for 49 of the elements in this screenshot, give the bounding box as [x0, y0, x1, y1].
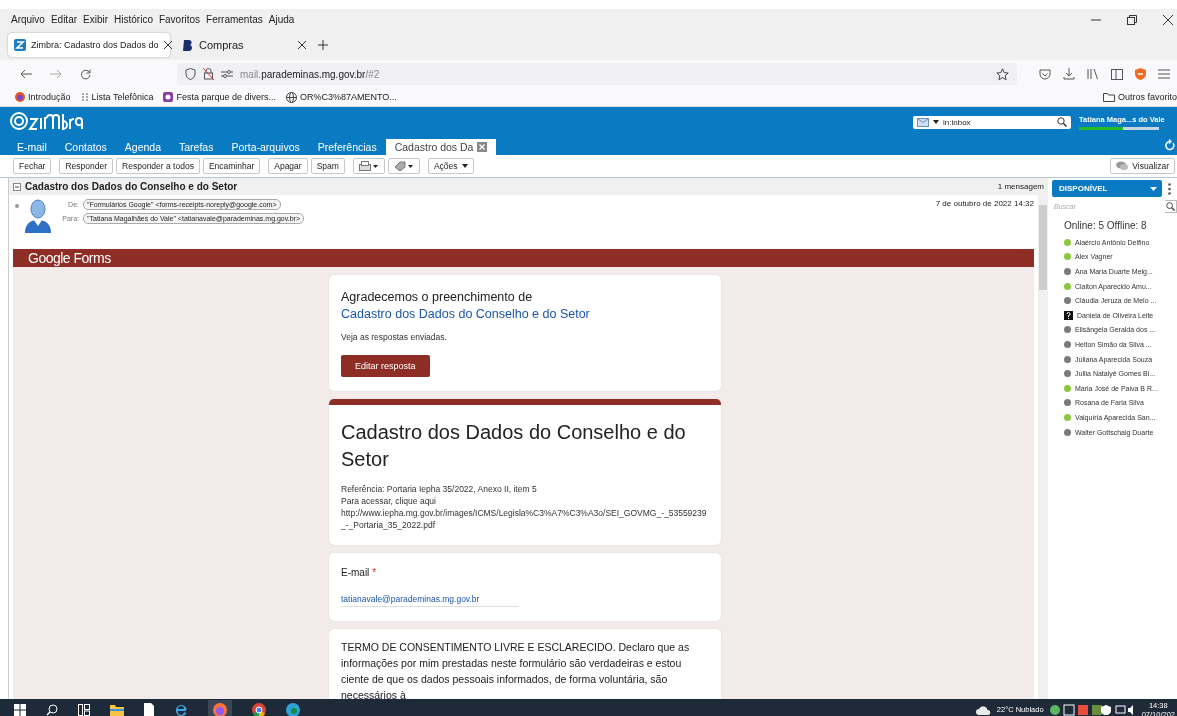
message-date: 7 de outubro de 2022 14:32: [935, 199, 1034, 208]
app-tab[interactable]: Porta-arquivos: [222, 139, 309, 155]
browser-tab[interactable]: Zimbra: Cadastro dos Dados do: [8, 33, 170, 57]
menu-item[interactable]: Exibir: [83, 14, 109, 25]
app-tab[interactable]: Contatos: [55, 139, 116, 155]
menu-item[interactable]: Arquivo: [11, 14, 45, 25]
subject-title: Cadastro dos Dados do Conselho e do Setor: [25, 181, 238, 192]
reference-text: Referência: Portaria Iepha 35/2022, Anexo II, item 5: [341, 483, 538, 495]
app-tab[interactable]: E-mail: [8, 139, 56, 155]
search-field[interactable]: in:inbox: [913, 115, 1071, 129]
message-count: 1 mensagem: [997, 182, 1044, 191]
app-tab[interactable]: Tarefas: [170, 139, 223, 155]
question-label: E-mail *: [341, 567, 378, 578]
answer-field: tatianavale@parademinas.mg.gov.br: [341, 592, 520, 607]
toolbar-button[interactable]: Encaminhar: [202, 158, 261, 174]
toolbar-button[interactable]: Fechar: [13, 158, 52, 174]
menu-item[interactable]: Favoritos: [158, 14, 201, 25]
bookmark-item[interactable]: Lista Telefônica: [80, 92, 154, 102]
url-text[interactable]: mail.parademinas.mg.gov.br/#2: [240, 68, 380, 80]
toolbar-button[interactable]: Responder a todos: [116, 158, 200, 174]
view-button[interactable]: Visualizar: [1110, 158, 1175, 174]
toolbar-button[interactable]: Responder: [59, 158, 114, 174]
browser-tab[interactable]: Compras: [176, 33, 312, 57]
edit-response-button[interactable]: Editar resposta: [341, 355, 430, 377]
form-link[interactable]: Cadastro dos Dados do Conselho e do Setor: [341, 307, 590, 321]
bookmark-item[interactable]: Festa parque de divers...: [163, 92, 276, 102]
brand-name: Google Forms: [28, 250, 111, 266]
document-link[interactable]: http://www.iepha.mg.gov.br/images/ICMS/Legisla%C3%A7%C3%A3o/SEI_GOVMG_-_53559239_-_Portaria_35_2022.pdf: [341, 507, 709, 531]
consent-text: TERMO DE CONSENTIMENTO LIVRE E ESCLARECIDO. Declaro que as informações por mim prestadas neste formulário são verdadeiras e estou ciente de que os dados pessoais informados, de forma voluntária, são necessários à: [341, 640, 691, 699]
thanks-text: Agradecemos o preenchimento de Cadastro dos Dados do Conselho e do Setor: [341, 289, 591, 323]
form-title: Cadastro dos Dados do Conselho e do Setor: [341, 420, 687, 472]
bookmark-folder[interactable]: Outros favorito: [1102, 92, 1177, 102]
toolbar-button[interactable]: Spam: [310, 158, 345, 174]
presence-summary: Online: 5 Offline: 8: [1064, 220, 1148, 231]
toolbar-button[interactable]: Apagar: [268, 158, 308, 174]
app-tab[interactable]: Cadastro dos Da: [385, 139, 497, 155]
bookmark-item[interactable]: OR%C3%87AMENTO...: [285, 91, 397, 103]
menu-item[interactable]: Editar: [50, 14, 78, 25]
access-text: Para acessar, clique aqui: [341, 495, 437, 507]
responses-note: Veja as respostas enviadas.: [341, 331, 448, 343]
app-tab[interactable]: Agenda: [115, 139, 170, 155]
menu-item[interactable]: Ajuda: [268, 14, 295, 25]
actions-menu-button[interactable]: Ações: [427, 158, 474, 174]
app-tab[interactable]: Preferências: [308, 139, 386, 155]
status-dropdown[interactable]: DISPONÍVEL: [1052, 180, 1162, 197]
bookmark-item[interactable]: Introdução: [15, 92, 71, 102]
address-bar[interactable]: mail.parademinas.mg.gov.br/#2: [177, 63, 1017, 85]
menu-item[interactable]: Histórico: [114, 14, 153, 25]
menu-item[interactable]: Ferramentas: [206, 14, 263, 25]
